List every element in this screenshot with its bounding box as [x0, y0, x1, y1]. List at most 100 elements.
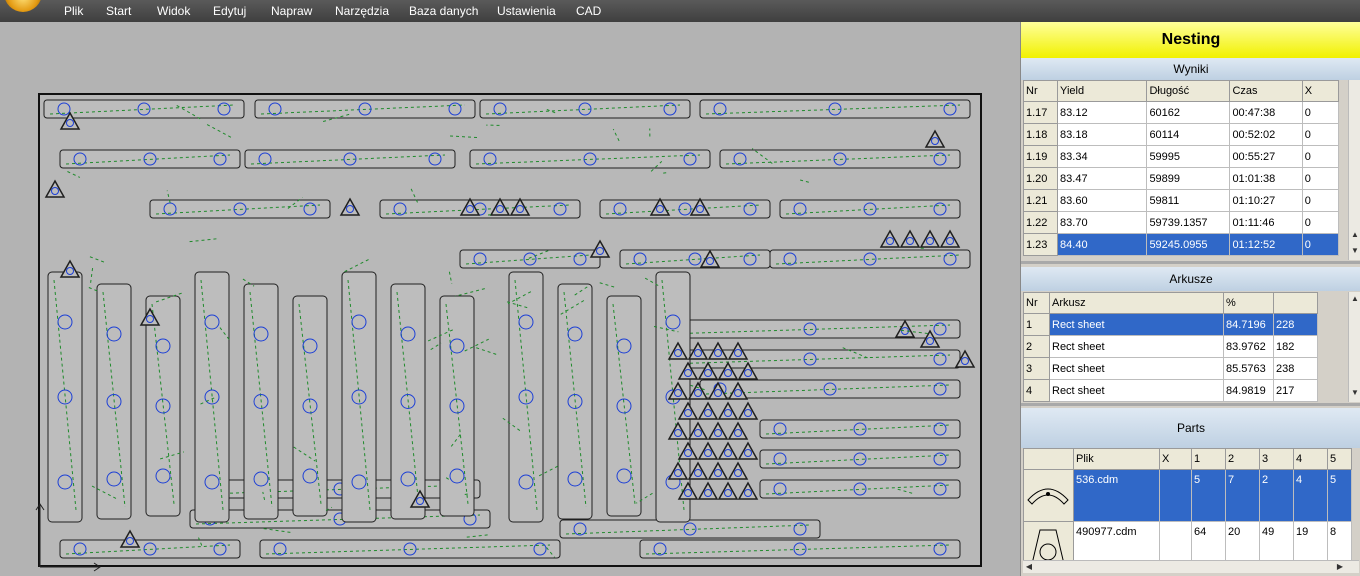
sheet-row[interactable]: 3 Rect sheet 85.5763 238	[1023, 357, 1318, 380]
sheets-table[interactable]: Nr Arkusz% 1 Rect sheet 84.7196 228 2 Rect she…	[1023, 292, 1318, 402]
parts-column-header[interactable]: 1	[1191, 448, 1226, 470]
scroll-up-icon[interactable]: ▲	[1350, 230, 1360, 240]
results-cell: 59995	[1146, 145, 1231, 168]
sheet-cell: 228	[1273, 313, 1318, 336]
sheet-row[interactable]: 1 Rect sheet 84.7196 228	[1023, 313, 1318, 336]
sheet-row-number[interactable]: 4	[1023, 379, 1050, 402]
results-row-number[interactable]: 1.18	[1022, 123, 1059, 146]
parts-horizontal-scrollbar[interactable]: ◀ ▶	[1023, 560, 1359, 573]
sheet-cell: Rect sheet	[1049, 379, 1224, 402]
sheets-column-header[interactable]: Nr	[1023, 292, 1050, 314]
part-cell: 5	[1191, 469, 1226, 522]
results-cell: 83.18	[1057, 123, 1148, 146]
results-row[interactable]: 1.21 83.60 59811 01:10:27 0	[1022, 189, 1340, 212]
results-cell: 83.47	[1057, 167, 1148, 190]
results-row-number[interactable]: 1.22	[1022, 211, 1059, 234]
parts-column-header[interactable]: 2	[1225, 448, 1260, 470]
results-cell: 83.34	[1057, 145, 1148, 168]
sheets-column-header[interactable]	[1273, 292, 1318, 314]
part-row[interactable]: 536.cdm 5 7 2 4 5	[1023, 469, 1352, 522]
results-scrollbar[interactable]: ▲ ▼	[1348, 80, 1360, 260]
results-row-number[interactable]: 1.23	[1022, 233, 1059, 256]
sheets-column-header[interactable]: Arkusz	[1049, 292, 1224, 314]
menu-edytuj[interactable]: Edytuj	[213, 4, 246, 18]
nesting-sheet-view[interactable]	[0, 22, 1020, 576]
results-cell: 59811	[1146, 189, 1231, 212]
parts-column-header[interactable]	[1023, 448, 1074, 470]
nesting-canvas[interactable]	[0, 22, 1020, 576]
sheet-row-number[interactable]: 2	[1023, 335, 1050, 358]
sheet-cell: Rect sheet	[1049, 313, 1224, 336]
menu-ustawienia[interactable]: Ustawienia	[497, 4, 556, 18]
sheets-column-header[interactable]: %	[1223, 292, 1274, 314]
part-cell: 5	[1327, 469, 1352, 522]
results-column-header[interactable]: Nr	[1022, 80, 1059, 102]
menu-napraw[interactable]: Napraw	[271, 4, 312, 18]
sheet-cell: 83.9762	[1223, 335, 1274, 358]
splitter[interactable]	[1021, 261, 1360, 264]
results-column-header[interactable]: Długość	[1146, 80, 1231, 102]
results-column-header[interactable]: X	[1301, 80, 1340, 102]
splitter[interactable]	[1021, 403, 1360, 406]
parts-column-header[interactable]: 5	[1327, 448, 1352, 470]
results-cell: 0	[1301, 101, 1340, 124]
menu-narzedzia[interactable]: Narzędzia	[335, 4, 389, 18]
menu-baza-danych[interactable]: Baza danych	[409, 4, 478, 18]
results-cell: 83.12	[1057, 101, 1148, 124]
sheet-cell: Rect sheet	[1049, 357, 1224, 380]
results-column-header[interactable]: Yield	[1057, 80, 1148, 102]
app-logo-icon[interactable]	[4, 0, 42, 12]
sheet-cell: 217	[1273, 379, 1318, 402]
results-cell: 0	[1301, 211, 1340, 234]
menu-cad[interactable]: CAD	[576, 4, 601, 18]
parts-column-header[interactable]: 4	[1293, 448, 1328, 470]
menu-widok[interactable]: Widok	[157, 4, 190, 18]
nesting-panel: Nesting Wyniki Nr Yield Długość Czas X 1.17 8…	[1020, 22, 1360, 576]
results-row-number[interactable]: 1.20	[1022, 167, 1059, 190]
sheet-row[interactable]: 2 Rect sheet 83.9762 182	[1023, 335, 1318, 358]
results-row[interactable]: 1.22 83.70 59739.1357 01:11:46 0	[1022, 211, 1340, 234]
results-cell: 00:52:02	[1229, 123, 1303, 146]
sheet-row-number[interactable]: 3	[1023, 357, 1050, 380]
results-row-number[interactable]: 1.21	[1022, 189, 1059, 212]
scroll-down-icon[interactable]: ▼	[1350, 388, 1360, 398]
results-row[interactable]: 1.17 83.12 60162 00:47:38 0	[1022, 101, 1340, 124]
results-cell: 59245.0955	[1146, 233, 1231, 256]
menu-plik[interactable]: Plik	[64, 4, 83, 18]
panel-title: Nesting	[1021, 22, 1360, 58]
results-cell: 01:10:27	[1229, 189, 1303, 212]
results-table[interactable]: Nr Yield Długość Czas X 1.17 83.12 60162 00:47:…	[1022, 80, 1340, 256]
parts-column-header[interactable]: Plik	[1073, 448, 1160, 470]
scroll-right-icon[interactable]: ▶	[1335, 562, 1345, 572]
results-row[interactable]: 1.18 83.18 60114 00:52:02 0	[1022, 123, 1340, 146]
scroll-down-icon[interactable]: ▼	[1350, 246, 1360, 256]
results-cell: 0	[1301, 167, 1340, 190]
parts-column-header[interactable]: X	[1159, 448, 1192, 470]
sheets-scrollbar[interactable]: ▲ ▼	[1348, 292, 1360, 402]
sheet-row-number[interactable]: 1	[1023, 313, 1050, 336]
results-cell: 00:47:38	[1229, 101, 1303, 124]
sheet-row[interactable]: 4 Rect sheet 84.9819 217	[1023, 379, 1318, 402]
sheet-cell: 182	[1273, 335, 1318, 358]
results-cell: 84.40	[1057, 233, 1148, 256]
results-cell: 59739.1357	[1146, 211, 1231, 234]
part-cell: 2	[1259, 469, 1294, 522]
results-row-number[interactable]: 1.19	[1022, 145, 1059, 168]
results-cell: 01:01:38	[1229, 167, 1303, 190]
parts-table[interactable]: Plik X 1 2 3 4 5 536.cdm 5 7 2 4 5 490977.cdm 64 20 49 1…	[1023, 448, 1352, 568]
results-column-header[interactable]: Czas	[1229, 80, 1303, 102]
results-cell: 0	[1301, 189, 1340, 212]
results-row-number[interactable]: 1.17	[1022, 101, 1059, 124]
scroll-up-icon[interactable]: ▲	[1350, 294, 1360, 304]
results-row[interactable]: 1.20 83.47 59899 01:01:38 0	[1022, 167, 1340, 190]
results-cell: 0	[1301, 145, 1340, 168]
menu-start[interactable]: Start	[106, 4, 131, 18]
parts-column-header[interactable]: 3	[1259, 448, 1294, 470]
results-cell: 00:55:27	[1229, 145, 1303, 168]
results-row[interactable]: 1.23 84.40 59245.0955 01:12:52 0	[1022, 233, 1340, 256]
part-cell: 7	[1225, 469, 1260, 522]
results-cell: 0	[1301, 123, 1340, 146]
results-row[interactable]: 1.19 83.34 59995 00:55:27 0	[1022, 145, 1340, 168]
scroll-left-icon[interactable]: ◀	[1024, 562, 1034, 572]
sheet-cell: 84.7196	[1223, 313, 1274, 336]
